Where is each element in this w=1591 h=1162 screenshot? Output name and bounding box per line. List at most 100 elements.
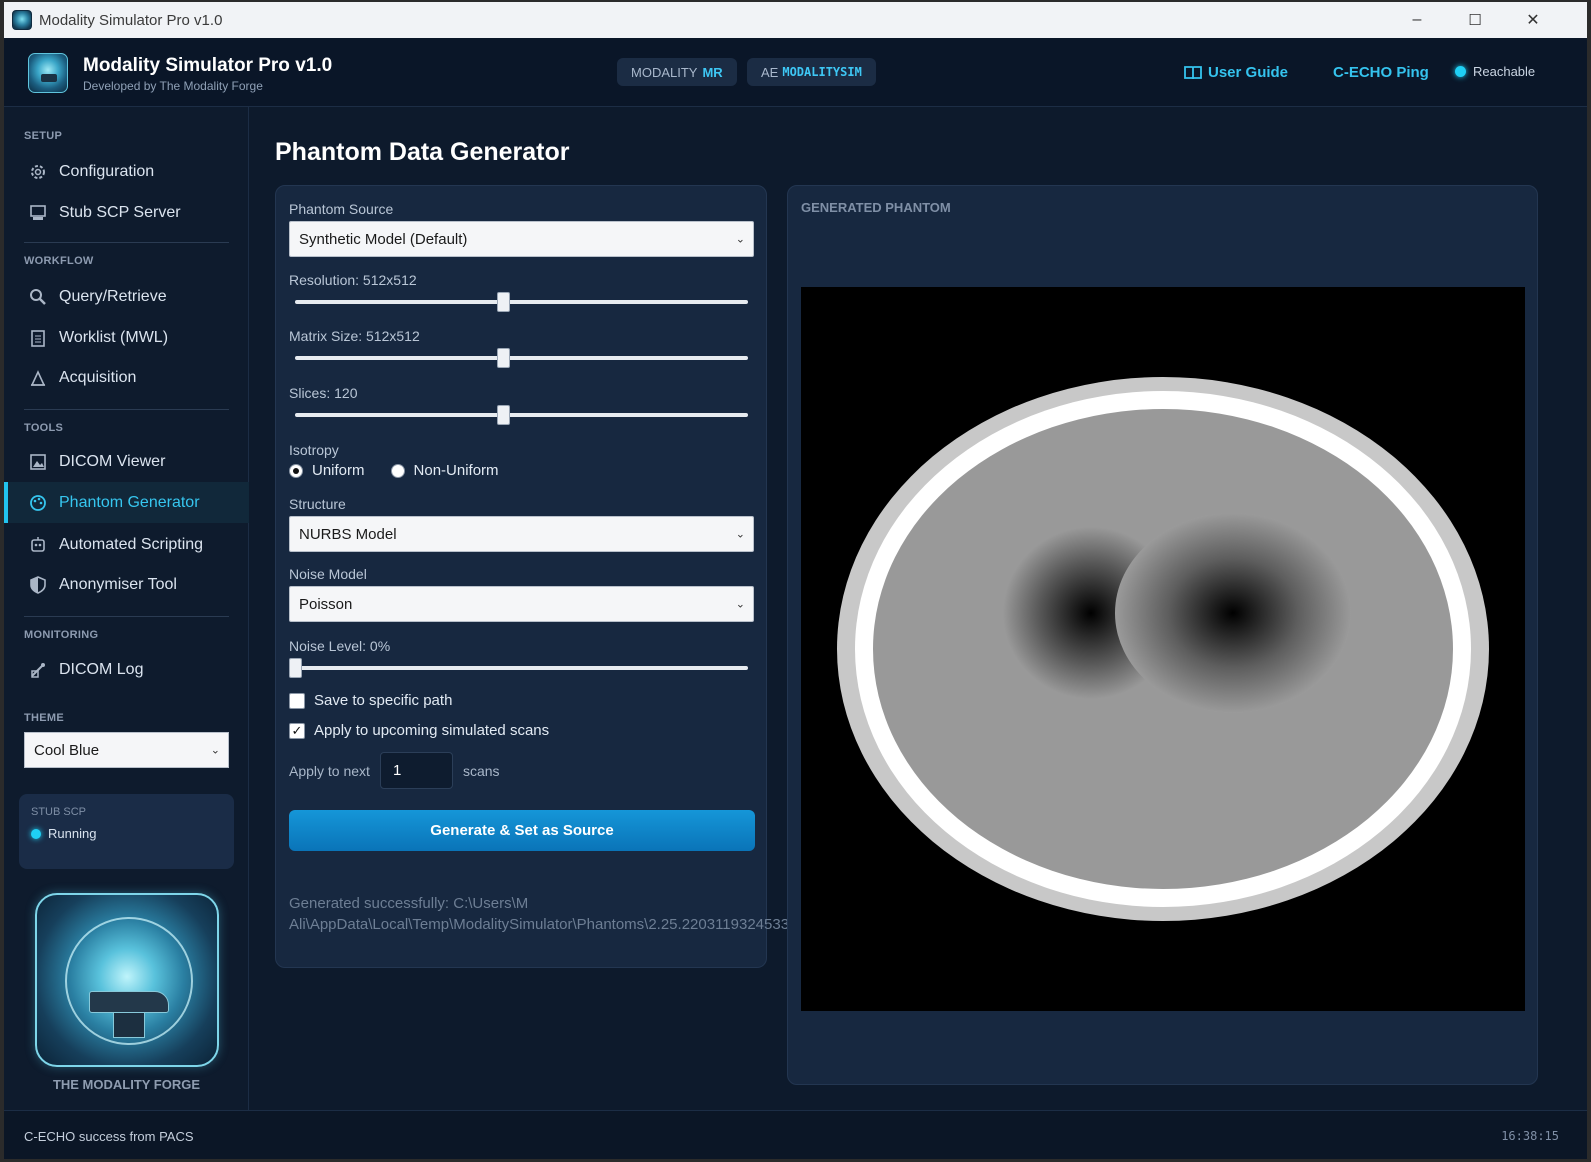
chevron-down-icon: ⌄ xyxy=(735,528,745,541)
main-content: Phantom Data Generator Phantom Source Sy… xyxy=(250,107,1587,1110)
sidebar-item-label: Phantom Generator xyxy=(59,493,200,511)
structure-label: Structure xyxy=(289,496,346,512)
apply-upcoming-checkbox[interactable]: ✓ xyxy=(289,722,305,739)
reachability-status: Reachable xyxy=(1455,64,1535,79)
clipboard-icon xyxy=(29,329,47,347)
noise-model-select[interactable]: Poisson ⌄ xyxy=(289,586,754,622)
radio-non-uniform-label: Non-Uniform xyxy=(413,462,499,479)
maximize-button[interactable]: ☐ xyxy=(1446,2,1504,38)
chevron-down-icon: ⌄ xyxy=(210,744,220,757)
slider-thumb[interactable] xyxy=(497,405,511,425)
noise-model-label: Noise Model xyxy=(289,566,367,582)
theme-select[interactable]: Cool Blue ⌄ xyxy=(24,732,229,768)
slider-thumb[interactable] xyxy=(497,348,511,368)
apply-next-label: Apply to next xyxy=(289,762,370,779)
generator-settings-panel: Phantom Source Synthetic Model (Default)… xyxy=(275,185,1039,968)
c-echo-ping-button[interactable]: C-ECHO Ping xyxy=(1333,64,1429,81)
section-theme: THEME xyxy=(24,712,64,724)
save-path-label: Save to specific path xyxy=(314,692,453,709)
app-icon xyxy=(12,10,32,30)
structure-value: NURBS Model xyxy=(299,525,397,543)
app-header: Modality Simulator Pro v1.0 Developed by… xyxy=(4,38,1587,107)
status-bar: C-ECHO success from PACS 16:38:15 xyxy=(4,1110,1587,1159)
isotropy-label: Isotropy xyxy=(289,442,339,458)
status-time: 16:38:15 xyxy=(1501,1129,1559,1143)
sidebar-item-label: Anonymiser Tool xyxy=(59,575,177,593)
noise-level-label: Noise Level: 0% xyxy=(289,638,391,654)
section-monitoring: MONITORING xyxy=(24,629,99,641)
forge-name: THE MODALITY FORGE xyxy=(52,1077,201,1092)
apply-next-row: Apply to next 1 scans xyxy=(289,752,500,789)
generate-set-source-button[interactable]: Generate & Set as Source xyxy=(289,810,755,851)
apply-next-suffix: scans xyxy=(462,762,500,779)
sidebar-item-worklist[interactable]: Worklist (MWL) xyxy=(4,317,249,358)
sidebar-item-stub-scp-server[interactable]: Stub SCP Server xyxy=(4,192,249,233)
phantom-preview-panel: GENERATED PHANTOM xyxy=(787,185,1538,1085)
stub-scp-status-text: Running xyxy=(48,826,97,841)
sidebar-item-acquisition[interactable]: Acquisition xyxy=(4,357,249,398)
sidebar-item-automated-scripting[interactable]: Automated Scripting xyxy=(4,524,249,565)
preview-header: GENERATED PHANTOM xyxy=(801,200,951,215)
sidebar-item-phantom-generator[interactable]: Phantom Generator xyxy=(4,482,249,523)
ae-label: AE xyxy=(761,64,779,80)
user-guide-label: User Guide xyxy=(1208,64,1289,81)
slices-slider[interactable] xyxy=(295,405,748,425)
sidebar-item-label: Configuration xyxy=(59,162,155,180)
sidebar-item-label: Acquisition xyxy=(59,368,137,386)
generation-status-message: Generated successfully: C:\Users\M Ali\A… xyxy=(289,895,1039,933)
phantom-slice-graphic xyxy=(837,377,1489,921)
stub-scp-status-card: STUB SCP Running xyxy=(19,794,234,869)
palette-icon xyxy=(29,494,47,512)
modality-forge-logo xyxy=(35,893,219,1067)
search-icon xyxy=(29,288,47,306)
app-window: Modality Simulator Pro v1.0 – ☐ ✕ Modali… xyxy=(4,2,1587,1159)
user-guide-link[interactable]: User Guide xyxy=(1184,64,1288,81)
ae-title-badge: AE MODALITYSIM xyxy=(747,58,876,86)
apply-next-input[interactable]: 1 xyxy=(379,752,453,789)
sidebar-item-configuration[interactable]: Configuration xyxy=(4,151,249,192)
chevron-down-icon: ⌄ xyxy=(735,598,745,611)
modality-badge: MODALITY MR xyxy=(617,58,737,86)
close-button[interactable]: ✕ xyxy=(1504,2,1562,38)
anvil-icon xyxy=(89,991,169,1013)
sidebar-divider xyxy=(24,409,229,410)
phantom-source-select[interactable]: Synthetic Model (Default) ⌄ xyxy=(289,221,754,257)
ae-value: MODALITYSIM xyxy=(782,65,862,79)
minimize-button[interactable]: – xyxy=(1388,2,1446,38)
phantom-source-label: Phantom Source xyxy=(289,201,394,217)
app-subtitle: Developed by The Modality Forge xyxy=(83,79,263,93)
section-setup: SETUP xyxy=(24,130,63,142)
slider-track xyxy=(295,300,748,304)
noise-level-slider[interactable] xyxy=(289,658,748,678)
slider-thumb[interactable] xyxy=(289,658,302,678)
slider-track xyxy=(295,356,748,360)
reachability-label: Reachable xyxy=(1473,64,1536,79)
status-message: C-ECHO success from PACS xyxy=(24,1129,194,1144)
sidebar-item-dicom-log[interactable]: DICOM Log xyxy=(4,649,249,690)
save-path-checkbox[interactable] xyxy=(289,692,305,709)
app-logo xyxy=(28,53,68,93)
resolution-slider[interactable] xyxy=(295,292,748,312)
stub-scp-label: STUB SCP xyxy=(31,806,87,818)
chevron-down-icon: ⌄ xyxy=(735,233,745,246)
radio-non-uniform[interactable] xyxy=(390,463,405,478)
sidebar-item-label: Query/Retrieve xyxy=(59,287,167,305)
sidebar-item-query-retrieve[interactable]: Query/Retrieve xyxy=(4,276,249,317)
window-title: Modality Simulator Pro v1.0 xyxy=(39,11,223,29)
noise-model-value: Poisson xyxy=(299,595,353,613)
sidebar-item-label: DICOM Log xyxy=(59,660,144,678)
structure-select[interactable]: NURBS Model ⌄ xyxy=(289,516,754,552)
apply-upcoming-label: Apply to upcoming simulated scans xyxy=(314,722,550,739)
apply-upcoming-option[interactable]: ✓ Apply to upcoming simulated scans xyxy=(289,722,549,739)
slider-thumb[interactable] xyxy=(497,292,511,312)
modality-label: MODALITY xyxy=(631,64,698,80)
modality-value: MR xyxy=(702,64,723,80)
matrix-size-slider[interactable] xyxy=(295,348,748,368)
log-icon xyxy=(29,661,47,679)
radio-uniform[interactable] xyxy=(289,463,303,478)
sidebar-item-dicom-viewer[interactable]: DICOM Viewer xyxy=(4,441,249,482)
phantom-lesion-right xyxy=(1115,513,1351,713)
save-path-option[interactable]: Save to specific path xyxy=(289,692,452,709)
sidebar-item-anonymiser-tool[interactable]: Anonymiser Tool xyxy=(4,564,249,605)
robot-icon xyxy=(29,536,47,554)
